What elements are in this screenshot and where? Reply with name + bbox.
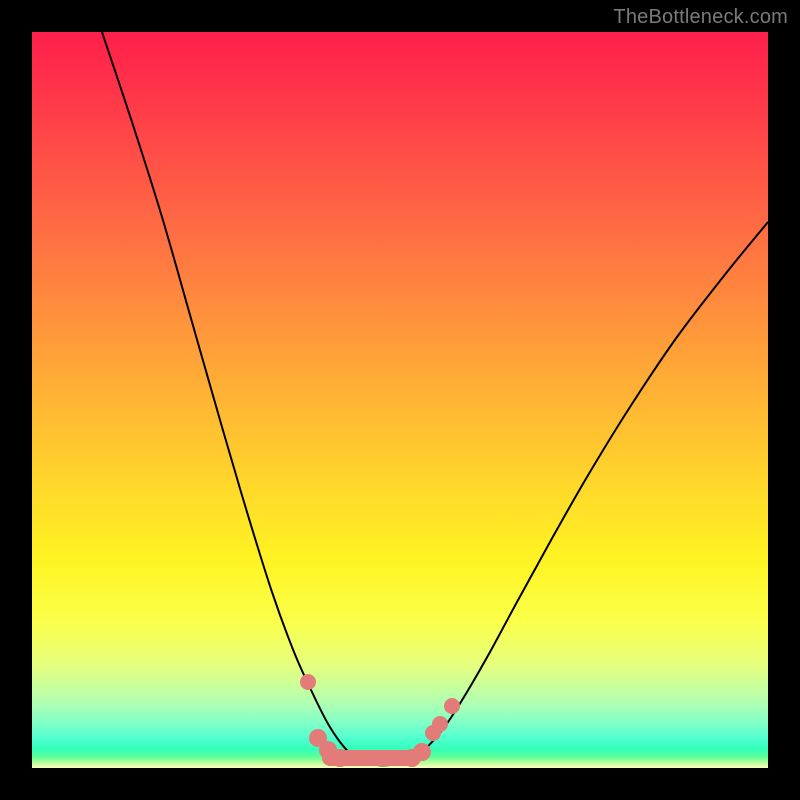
marker-dot bbox=[300, 674, 316, 690]
marker-dot bbox=[331, 749, 349, 767]
watermark-text: TheBottleneck.com bbox=[613, 6, 788, 29]
bottleneck-curve bbox=[102, 32, 768, 765]
outer-frame: TheBottleneck.com bbox=[0, 0, 800, 800]
marker-dot bbox=[432, 716, 448, 732]
marker-dot bbox=[444, 698, 460, 714]
curve-markers bbox=[300, 674, 460, 767]
chart-svg bbox=[32, 32, 768, 768]
marker-dot bbox=[413, 743, 431, 761]
plot-area bbox=[32, 32, 768, 768]
